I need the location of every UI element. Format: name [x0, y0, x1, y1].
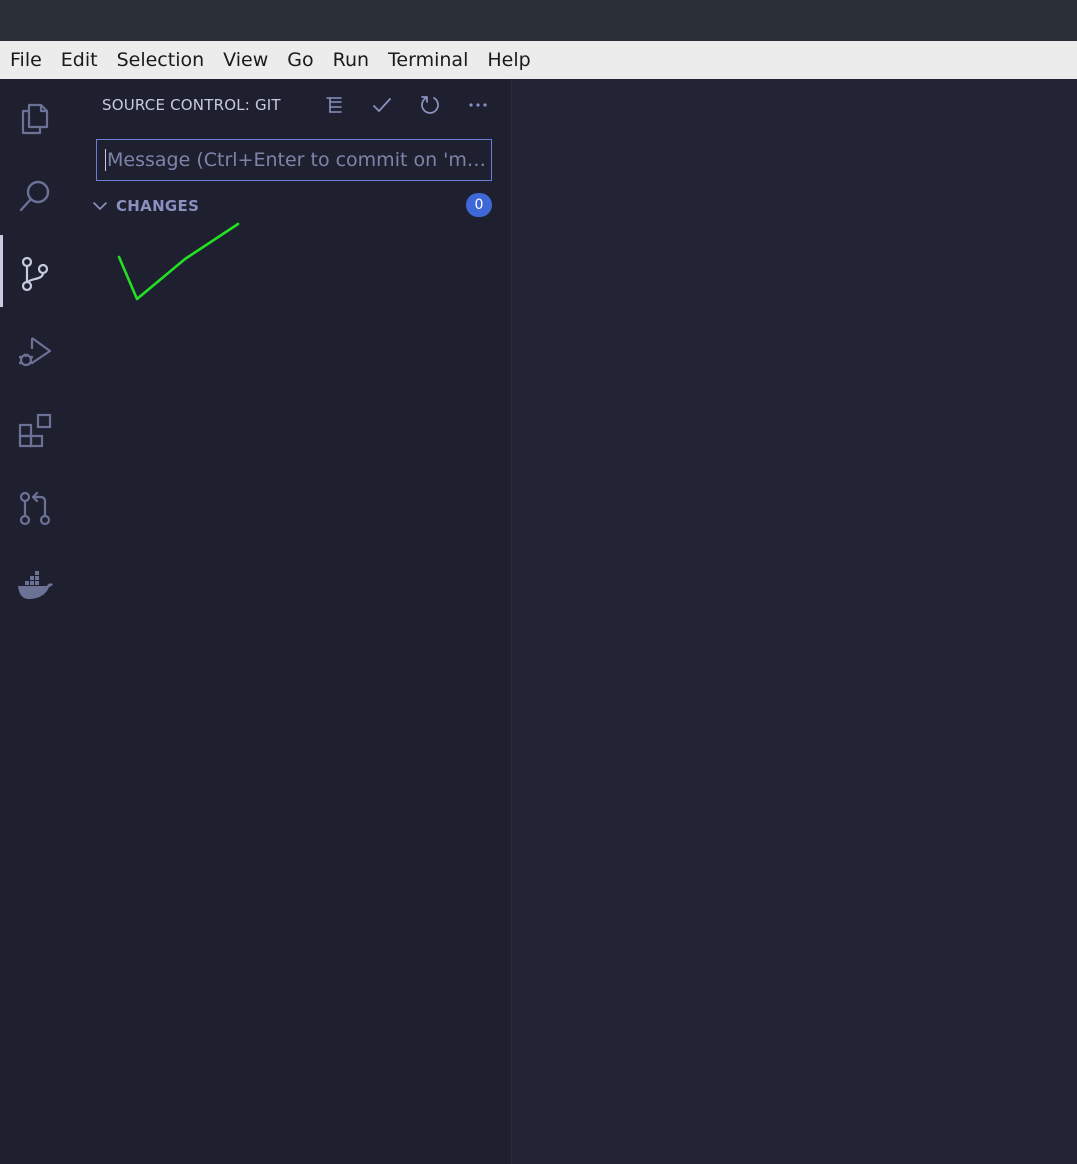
more-actions-icon[interactable] [454, 91, 502, 119]
window-title-bar [0, 0, 1077, 41]
panel-header: SOURCE CONTROL: GIT [102, 93, 281, 117]
panel-title: SOURCE CONTROL: GIT [102, 96, 281, 114]
menu-help[interactable]: Help [477, 41, 539, 79]
menu-file[interactable]: File [0, 41, 51, 79]
activity-bar [0, 79, 70, 1164]
docker-icon[interactable] [0, 547, 70, 625]
commit-message-placeholder: Message (Ctrl+Enter to commit on 'mast… [107, 149, 487, 171]
commit-check-icon[interactable] [358, 91, 406, 119]
changes-count-badge: 0 [466, 193, 492, 217]
menu-view[interactable]: View [213, 41, 277, 79]
chevron-down-icon [93, 202, 107, 210]
menu-selection[interactable]: Selection [107, 41, 214, 79]
source-control-icon[interactable] [0, 235, 70, 313]
extensions-icon[interactable] [0, 391, 70, 469]
text-caret [105, 149, 106, 171]
refresh-icon[interactable] [406, 91, 454, 119]
menu-go[interactable]: Go [277, 41, 322, 79]
run-debug-icon[interactable] [0, 313, 70, 391]
pull-request-icon[interactable] [0, 469, 70, 547]
commit-message-input[interactable]: Message (Ctrl+Enter to commit on 'mast… [96, 139, 492, 181]
explorer-icon[interactable] [0, 79, 70, 157]
menu-run[interactable]: Run [323, 41, 378, 79]
green-checkmark-annotation [117, 222, 240, 301]
source-control-panel: SOURCE CONTROL: GIT Message (Ctrl+Enter … [70, 79, 511, 1164]
panel-toolbar [310, 91, 502, 119]
menu-edit[interactable]: Edit [51, 41, 107, 79]
menu-terminal[interactable]: Terminal [378, 41, 477, 79]
editor-area [512, 79, 1077, 1164]
changes-section-header[interactable]: CHANGES 0 [90, 193, 492, 219]
view-as-tree-icon[interactable] [310, 91, 358, 119]
search-icon[interactable] [0, 157, 70, 235]
menu-bar: File Edit Selection View Go Run Terminal… [0, 41, 1077, 79]
changes-label: CHANGES [116, 197, 200, 215]
